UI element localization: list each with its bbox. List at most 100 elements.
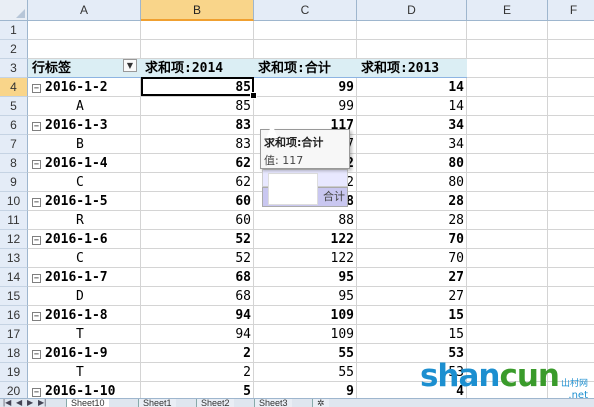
value-2013-cell[interactable]: 27 bbox=[357, 287, 467, 306]
value-2014-cell[interactable]: 2 bbox=[141, 344, 254, 363]
row-header-7[interactable]: 7 bbox=[0, 135, 28, 154]
value-total-cell[interactable]: 122 bbox=[254, 230, 357, 249]
column-header-e[interactable]: E bbox=[467, 0, 548, 21]
value-2014-cell[interactable]: 5 bbox=[141, 382, 254, 398]
pivot-item-row-label[interactable]: R bbox=[28, 211, 141, 230]
tab-sheet3[interactable]: Sheet3 bbox=[254, 399, 292, 407]
row-header-4[interactable]: 4 bbox=[0, 78, 28, 97]
pivot-header-2013[interactable]: 求和项:2013 bbox=[357, 59, 467, 78]
row-header-10[interactable]: 10 bbox=[0, 192, 28, 211]
next-sheet-icon[interactable]: ▶ bbox=[27, 399, 33, 407]
row-header-14[interactable]: 14 bbox=[0, 268, 28, 287]
row-header-17[interactable]: 17 bbox=[0, 325, 28, 344]
value-total-cell[interactable]: 9 bbox=[254, 382, 357, 398]
value-total-cell[interactable]: 109 bbox=[254, 325, 357, 344]
pivot-item-row-label[interactable]: A bbox=[28, 97, 141, 116]
value-2013-cell[interactable]: 28 bbox=[357, 192, 467, 211]
value-2013-cell[interactable]: 70 bbox=[357, 230, 467, 249]
value-2013-cell[interactable]: 80 bbox=[357, 173, 467, 192]
row-header-18[interactable]: 18 bbox=[0, 344, 28, 363]
value-2014-cell[interactable]: 83 bbox=[141, 135, 254, 154]
value-2014-cell[interactable]: 52 bbox=[141, 230, 254, 249]
pivot-date-row-label[interactable]: −2016-1-3 bbox=[28, 116, 141, 135]
row-header-9[interactable]: 9 bbox=[0, 173, 28, 192]
value-2013-cell[interactable]: 80 bbox=[357, 154, 467, 173]
tab-sheet2[interactable]: Sheet2 bbox=[196, 399, 234, 407]
select-all-corner[interactable] bbox=[0, 0, 28, 21]
pivot-header-2014[interactable]: 求和项:2014 bbox=[141, 59, 254, 78]
value-total-cell[interactable]: 95 bbox=[254, 268, 357, 287]
column-header-c[interactable]: C bbox=[254, 0, 357, 21]
value-2014-cell[interactable]: 94 bbox=[141, 306, 254, 325]
pivot-date-row-label[interactable]: −2016-1-10 bbox=[28, 382, 141, 398]
value-2013-cell[interactable]: 15 bbox=[357, 306, 467, 325]
value-total-cell[interactable]: 99 bbox=[254, 78, 357, 97]
collapse-icon[interactable]: − bbox=[32, 198, 41, 207]
collapse-icon[interactable]: − bbox=[32, 274, 41, 283]
row-header-2[interactable]: 2 bbox=[0, 40, 28, 59]
collapse-icon[interactable]: − bbox=[32, 236, 41, 245]
pivot-date-row-label[interactable]: −2016-1-9 bbox=[28, 344, 141, 363]
value-2013-cell[interactable]: 14 bbox=[357, 97, 467, 116]
pivot-item-row-label[interactable]: T bbox=[28, 325, 141, 344]
collapse-icon[interactable]: − bbox=[32, 388, 41, 397]
value-2014-cell[interactable]: 2 bbox=[141, 363, 254, 382]
prev-sheet-icon[interactable]: ◀ bbox=[16, 399, 22, 407]
column-header-a[interactable]: A bbox=[28, 0, 141, 21]
value-2014-cell[interactable]: 94 bbox=[141, 325, 254, 344]
value-total-cell[interactable]: 95 bbox=[254, 287, 357, 306]
value-2014-cell[interactable]: 60 bbox=[141, 211, 254, 230]
pivot-item-row-label[interactable]: T bbox=[28, 363, 141, 382]
value-2013-cell[interactable]: 14 bbox=[357, 78, 467, 97]
row-header-11[interactable]: 11 bbox=[0, 211, 28, 230]
pivot-header-total[interactable]: 求和项:合计 bbox=[254, 59, 357, 78]
value-total-cell[interactable]: 55 bbox=[254, 344, 357, 363]
value-total-cell[interactable]: 122 bbox=[254, 249, 357, 268]
row-header-3[interactable]: 3 bbox=[0, 59, 28, 78]
value-2014-cell[interactable]: 52 bbox=[141, 249, 254, 268]
pivot-date-row-label[interactable]: −2016-1-6 bbox=[28, 230, 141, 249]
row-header-1[interactable]: 1 bbox=[0, 21, 28, 40]
collapse-icon[interactable]: − bbox=[32, 312, 41, 321]
column-header-d[interactable]: D bbox=[357, 0, 467, 21]
value-2014-cell[interactable]: 68 bbox=[141, 268, 254, 287]
pivot-date-row-label[interactable]: −2016-1-4 bbox=[28, 154, 141, 173]
row-header-20[interactable]: 20 bbox=[0, 382, 28, 398]
value-2014-cell[interactable]: 62 bbox=[141, 154, 254, 173]
value-2013-cell[interactable]: 15 bbox=[357, 325, 467, 344]
fill-handle[interactable] bbox=[250, 92, 257, 99]
row-header-6[interactable]: 6 bbox=[0, 116, 28, 135]
pivot-item-row-label[interactable]: C bbox=[28, 173, 141, 192]
value-2013-cell[interactable]: 34 bbox=[357, 135, 467, 154]
spreadsheet-grid[interactable]: ABCDEF 123456789101112131415161718192021… bbox=[0, 0, 594, 398]
new-sheet-icon[interactable]: ✲ bbox=[312, 399, 329, 407]
value-2013-cell[interactable]: 28 bbox=[357, 211, 467, 230]
value-2014-cell[interactable]: 62 bbox=[141, 173, 254, 192]
row-header-16[interactable]: 16 bbox=[0, 306, 28, 325]
pivot-date-row-label[interactable]: −2016-1-2 bbox=[28, 78, 141, 97]
column-header-b[interactable]: B bbox=[141, 0, 254, 21]
collapse-icon[interactable]: − bbox=[32, 160, 41, 169]
pivot-date-row-label[interactable]: −2016-1-5 bbox=[28, 192, 141, 211]
collapse-icon[interactable]: − bbox=[32, 350, 41, 359]
tab-sheet1[interactable]: Sheet1 bbox=[138, 399, 176, 407]
pivot-item-row-label[interactable]: D bbox=[28, 287, 141, 306]
first-sheet-icon[interactable]: |◀ bbox=[3, 399, 11, 407]
tab-sheet10[interactable]: Sheet10 bbox=[66, 399, 109, 407]
row-header-15[interactable]: 15 bbox=[0, 287, 28, 306]
column-header-f[interactable]: F bbox=[548, 0, 594, 21]
value-total-cell[interactable]: 99 bbox=[254, 97, 357, 116]
pivot-date-row-label[interactable]: −2016-1-8 bbox=[28, 306, 141, 325]
value-2014-cell[interactable]: 83 bbox=[141, 116, 254, 135]
value-2013-cell[interactable]: 27 bbox=[357, 268, 467, 287]
pivot-item-row-label[interactable]: C bbox=[28, 249, 141, 268]
last-sheet-icon[interactable]: ▶| bbox=[38, 399, 46, 407]
value-2014-cell[interactable]: 85 bbox=[141, 97, 254, 116]
value-2013-cell[interactable]: 70 bbox=[357, 249, 467, 268]
collapse-icon[interactable]: − bbox=[32, 122, 41, 131]
value-total-cell[interactable]: 109 bbox=[254, 306, 357, 325]
value-2014-cell[interactable]: 68 bbox=[141, 287, 254, 306]
row-header-19[interactable]: 19 bbox=[0, 363, 28, 382]
value-2013-cell[interactable]: 34 bbox=[357, 116, 467, 135]
pivot-item-row-label[interactable]: B bbox=[28, 135, 141, 154]
